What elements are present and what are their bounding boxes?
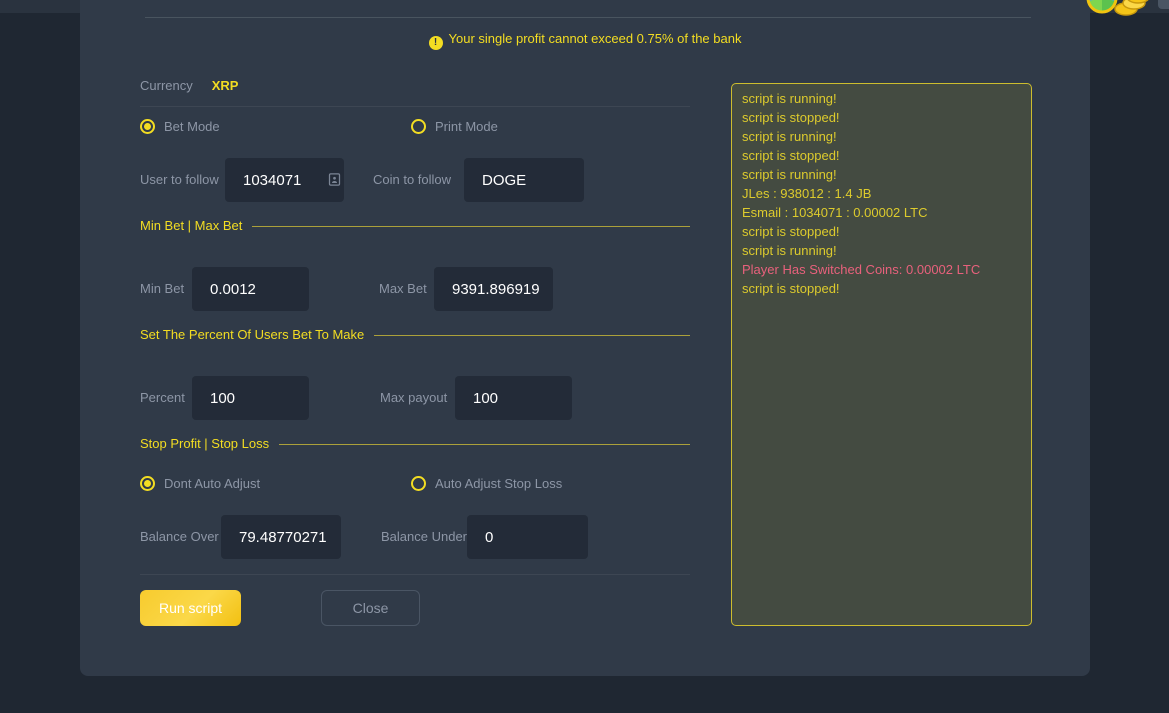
balance-over-input[interactable]: [221, 515, 341, 559]
log-line: script is running!: [742, 241, 1021, 260]
corner-chip: [1158, 0, 1169, 9]
close-button[interactable]: Close: [321, 590, 420, 626]
log-line: Player Has Switched Coins: 0.00002 LTC: [742, 260, 1021, 279]
page: { "warning": { "icon": "!", "text": "You…: [0, 0, 1169, 713]
warning-text: Your single profit cannot exceed 0.75% o…: [449, 31, 742, 46]
percent-label: Percent: [140, 376, 185, 420]
divider: [140, 106, 690, 107]
log-line: script is stopped!: [742, 222, 1021, 241]
script-log-panel[interactable]: script is running! script is stopped! sc…: [731, 83, 1032, 626]
print-mode-label: Print Mode: [435, 119, 498, 134]
radio-icon[interactable]: [411, 476, 426, 491]
log-line: Esmail : 1034071 : 0.00002 LTC: [742, 203, 1021, 222]
account-box-icon[interactable]: [327, 172, 342, 187]
divider: [140, 574, 690, 575]
auto-adjust-label: Auto Adjust Stop Loss: [435, 476, 562, 491]
max-bet-input[interactable]: [434, 267, 553, 311]
log-line: script is stopped!: [742, 279, 1021, 298]
dont-auto-adjust-label: Dont Auto Adjust: [164, 476, 260, 491]
currency-label: Currency: [140, 78, 193, 93]
auto-adjust-radio[interactable]: Auto Adjust Stop Loss: [411, 476, 562, 491]
print-mode-radio[interactable]: Print Mode: [411, 119, 498, 134]
currency-value[interactable]: XRP: [212, 78, 239, 93]
log-line: script is running!: [742, 127, 1021, 146]
warning-icon: !: [429, 36, 443, 50]
warning-banner: ! Your single profit cannot exceed 0.75% …: [80, 31, 1090, 50]
bonus-coins-icon[interactable]: [1086, 0, 1150, 23]
stop-section-title: Stop Profit | Stop Loss: [140, 436, 690, 451]
percent-input[interactable]: [192, 376, 309, 420]
coin-to-follow-label: Coin to follow: [373, 158, 451, 202]
section-title-text: Stop Profit | Stop Loss: [140, 436, 269, 451]
percent-section-title: Set The Percent Of Users Bet To Make: [140, 327, 690, 342]
script-settings-modal: ! Your single profit cannot exceed 0.75% …: [80, 0, 1090, 676]
section-title-text: Min Bet | Max Bet: [140, 218, 242, 233]
max-payout-input[interactable]: [455, 376, 572, 420]
log-line: script is stopped!: [742, 108, 1021, 127]
bet-mode-label: Bet Mode: [164, 119, 220, 134]
max-payout-label: Max payout: [380, 376, 447, 420]
radio-icon[interactable]: [140, 119, 155, 134]
mode-radio-group: Bet Mode Print Mode: [140, 119, 690, 135]
balance-under-label: Balance Under: [381, 515, 467, 559]
balance-under-input[interactable]: [467, 515, 588, 559]
user-to-follow-label: User to follow: [140, 158, 219, 202]
log-line: script is stopped!: [742, 146, 1021, 165]
section-title-line: [252, 226, 690, 227]
min-bet-label: Min Bet: [140, 267, 184, 311]
log-line: script is running!: [742, 165, 1021, 184]
max-bet-label: Max Bet: [379, 267, 427, 311]
bet-mode-radio[interactable]: Bet Mode: [140, 119, 220, 134]
log-line: JLes : 938012 : 1.4 JB: [742, 184, 1021, 203]
balance-over-label: Balance Over: [140, 515, 219, 559]
section-title-line: [279, 444, 690, 445]
header-divider: [145, 17, 1031, 18]
radio-icon[interactable]: [411, 119, 426, 134]
currency-row: Currency XRP: [140, 78, 238, 93]
radio-icon[interactable]: [140, 476, 155, 491]
dont-auto-adjust-radio[interactable]: Dont Auto Adjust: [140, 476, 260, 491]
adjust-radio-group: Dont Auto Adjust Auto Adjust Stop Loss: [140, 476, 690, 492]
run-script-button[interactable]: Run script: [140, 590, 241, 626]
section-title-line: [374, 335, 690, 336]
min-bet-input[interactable]: [192, 267, 309, 311]
coin-to-follow-input[interactable]: [464, 158, 584, 202]
log-line: script is running!: [742, 89, 1021, 108]
minmax-section-title: Min Bet | Max Bet: [140, 218, 690, 233]
section-title-text: Set The Percent Of Users Bet To Make: [140, 327, 364, 342]
